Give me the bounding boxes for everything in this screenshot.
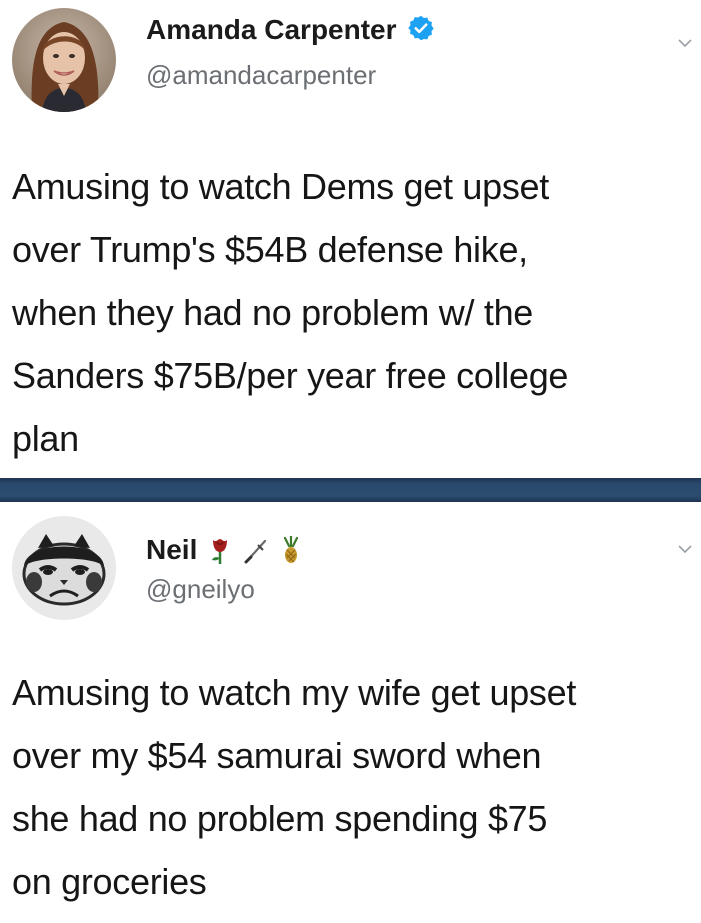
tweet-text-line: plan <box>12 418 79 459</box>
chevron-down-icon[interactable] <box>677 36 693 48</box>
profile-photo-woman <box>12 8 116 112</box>
tweet-text-line: she had no problem spending $75 <box>12 798 548 839</box>
display-name[interactable]: Amanda Carpenter <box>146 14 397 46</box>
screenshot-page: Amanda Carpenter @amandacarpenter Amusin… <box>0 0 701 923</box>
name-row: Neil <box>146 532 305 568</box>
tweet-neil: Neil @gneilyo Amusing to watch my wife g… <box>0 502 701 923</box>
tweet-text-line: Amusing to watch Dems get upset <box>12 166 549 207</box>
tweet-text-line: on groceries <box>12 861 207 902</box>
name-row: Amanda Carpenter <box>146 12 435 48</box>
tweet-text-line: over Trump's $54B defense hike, <box>12 229 528 270</box>
tweet-text-line: Amusing to watch my wife get upset <box>12 672 577 713</box>
handle[interactable]: @amandacarpenter <box>146 60 376 91</box>
avatar[interactable] <box>12 8 116 112</box>
tweet-text-line: when they had no problem w/ the <box>12 292 534 333</box>
tweet-text-line: Sanders $75B/per year free college <box>12 355 569 396</box>
chevron-down-icon[interactable] <box>677 542 693 554</box>
rose-icon <box>207 536 233 564</box>
tweet-text: Amusing to watch my wife get upset over … <box>12 661 696 913</box>
verified-badge-icon <box>407 14 435 47</box>
tweet-amanda: Amanda Carpenter @amandacarpenter Amusin… <box>0 0 701 478</box>
tweet-text: Amusing to watch Dems get upset over Tru… <box>12 155 696 470</box>
divider-bar <box>0 478 701 502</box>
pineapple-icon <box>279 536 305 564</box>
sword-icon <box>243 536 269 564</box>
tweet-text-line: over my $54 samurai sword when <box>12 735 542 776</box>
avatar[interactable] <box>12 516 116 620</box>
grumpy-cat-icon <box>12 516 116 620</box>
display-name[interactable]: Neil <box>146 534 197 566</box>
handle[interactable]: @gneilyo <box>146 574 255 605</box>
